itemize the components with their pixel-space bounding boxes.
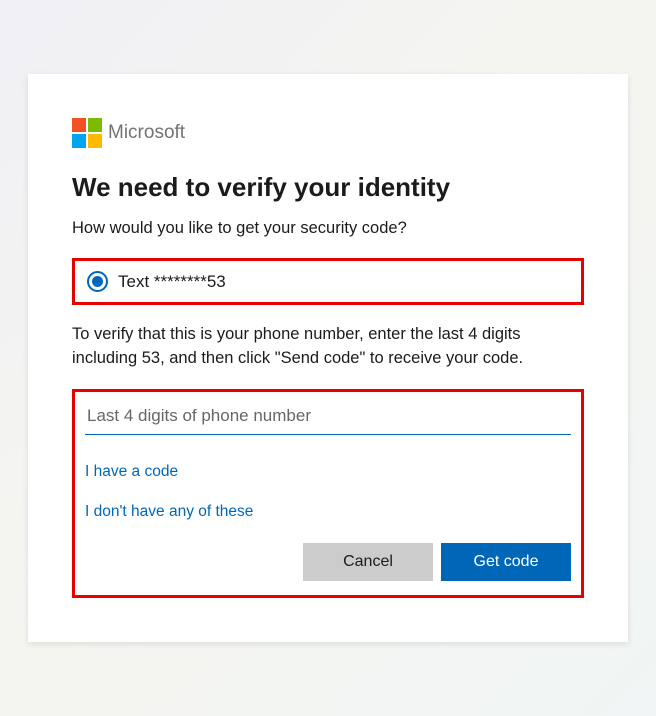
input-section: I have a code I don't have any of these … <box>72 389 584 598</box>
page-title: We need to verify your identity <box>72 172 584 203</box>
cancel-button[interactable]: Cancel <box>303 543 433 581</box>
brand-row: Microsoft <box>72 118 584 148</box>
verify-identity-card: Microsoft We need to verify your identit… <box>28 74 628 642</box>
brand-name: Microsoft <box>108 122 185 144</box>
get-code-button[interactable]: Get code <box>441 543 571 581</box>
prompt-subtext: How would you like to get your security … <box>72 217 584 240</box>
button-row: Cancel Get code <box>85 543 571 581</box>
verification-option-text[interactable]: Text ********53 <box>72 258 584 305</box>
radio-selected-icon <box>87 271 108 292</box>
last4-input[interactable] <box>85 400 571 435</box>
instruction-text: To verify that this is your phone number… <box>72 323 584 371</box>
have-code-link[interactable]: I have a code <box>85 463 571 481</box>
option-label: Text ********53 <box>118 272 226 292</box>
microsoft-logo-icon <box>72 118 102 148</box>
dont-have-link[interactable]: I don't have any of these <box>85 503 571 521</box>
